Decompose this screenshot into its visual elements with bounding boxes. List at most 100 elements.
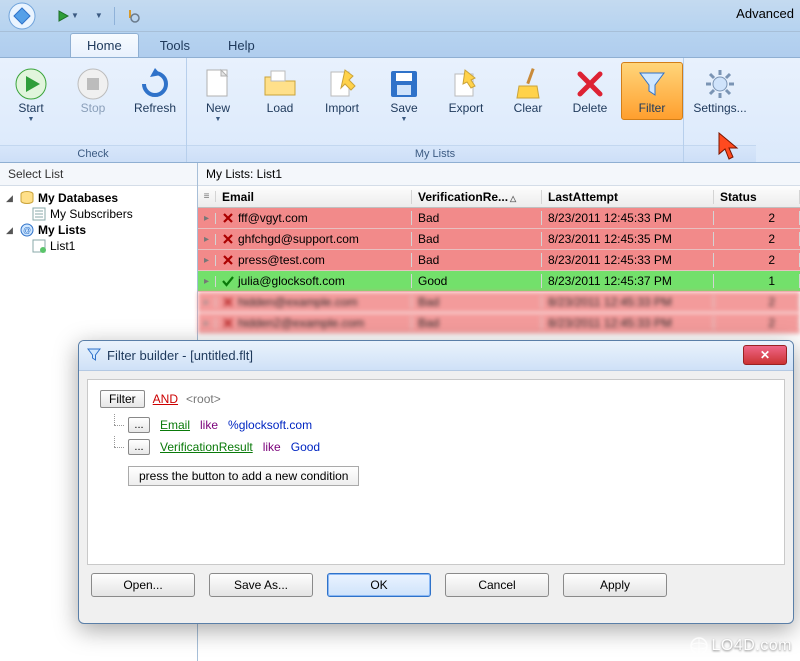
save-button[interactable]: Save▼ (373, 62, 435, 128)
saveas-button[interactable]: Save As... (209, 573, 313, 597)
tab-home[interactable]: Home (70, 33, 139, 57)
group-label-mylists: My Lists (187, 145, 683, 162)
row-handle[interactable]: ▸ (198, 234, 216, 245)
settings-button[interactable]: Settings... (684, 62, 756, 120)
row-handle[interactable]: ▸ (198, 276, 216, 287)
group-label-check: Check (0, 145, 186, 162)
cell-status: 2 (714, 253, 800, 267)
grid-body: ▸fff@vgyt.comBad8/23/2011 12:45:33 PM2▸g… (198, 208, 800, 334)
open-button[interactable]: Open... (91, 573, 195, 597)
table-row[interactable]: ▸hidden@example.comBad8/23/2011 12:45:33… (198, 292, 800, 313)
dropdown-caret-icon: ▼ (71, 11, 79, 20)
table-row[interactable]: ▸press@test.comBad8/23/2011 12:45:33 PM2 (198, 250, 800, 271)
start-button[interactable]: Start ▼ (0, 62, 62, 128)
delete-button[interactable]: Delete (559, 62, 621, 120)
row-handle[interactable]: ▸ (198, 297, 216, 308)
window-title: Advanced (736, 6, 794, 21)
save-label: Save (390, 101, 417, 115)
dialog-title: Filter builder - [untitled.flt] (107, 348, 253, 363)
stop-button: Stop (62, 62, 124, 120)
tree-node-mylists[interactable]: ◢ @ My Lists (6, 222, 191, 238)
qa-settings-button[interactable] (121, 7, 145, 25)
qa-more-button[interactable]: ▼ (90, 9, 108, 22)
row-handle[interactable]: ▸ (198, 318, 216, 329)
x-icon (222, 317, 234, 329)
rule-operator[interactable]: like (200, 418, 218, 432)
import-icon (325, 67, 359, 101)
cell-verification: Bad (412, 295, 542, 309)
col-verification[interactable]: VerificationRe...△ (412, 190, 542, 204)
row-selector-header[interactable]: ≡ (198, 191, 216, 202)
tree-view[interactable]: ◢ My Databases My Subscribers ◢ @ My Lis… (0, 186, 197, 258)
close-button[interactable]: ✕ (743, 345, 787, 365)
cell-email: julia@glocksoft.com (216, 274, 412, 288)
delete-icon (573, 67, 607, 101)
cancel-button[interactable]: Cancel (445, 573, 549, 597)
col-last-label: LastAttempt (548, 190, 618, 204)
rule-value[interactable]: %glocksoft.com (228, 418, 312, 432)
rule-operator[interactable]: like (263, 440, 281, 454)
watermark: LO4D.com (690, 637, 792, 655)
import-button[interactable]: Import (311, 62, 373, 120)
rule-field[interactable]: Email (160, 418, 190, 432)
filter-root-button[interactable]: Filter (100, 390, 145, 408)
add-condition-button[interactable]: press the button to add a new condition (128, 466, 359, 486)
cell-status: 2 (714, 211, 800, 225)
stop-label: Stop (81, 101, 106, 115)
tab-help[interactable]: Help (211, 33, 272, 57)
row-handle[interactable]: ▸ (198, 255, 216, 266)
col-lastattempt[interactable]: LastAttempt (542, 190, 714, 204)
refresh-label: Refresh (134, 101, 176, 115)
cell-status: 2 (714, 295, 800, 309)
refresh-icon (138, 67, 172, 101)
row-handle[interactable]: ▸ (198, 213, 216, 224)
rule-field[interactable]: VerificationResult (160, 440, 253, 454)
new-button[interactable]: New▼ (187, 62, 249, 128)
dropdown-caret-icon: ▼ (28, 116, 35, 123)
filter-label: Filter (639, 101, 666, 115)
cell-verification: Bad (412, 316, 542, 330)
table-row[interactable]: ▸fff@vgyt.comBad8/23/2011 12:45:33 PM2 (198, 208, 800, 229)
export-button[interactable]: Export (435, 62, 497, 120)
qa-run-button[interactable]: ▼ (52, 8, 84, 24)
export-label: Export (449, 101, 484, 115)
rule-menu-button[interactable]: ... (128, 439, 150, 455)
app-orb-button[interactable] (2, 0, 42, 32)
rule-value[interactable]: Good (291, 440, 320, 454)
table-row[interactable]: ▸julia@glocksoft.comGood8/23/2011 12:45:… (198, 271, 800, 292)
table-row[interactable]: ▸ghfchgd@support.comBad8/23/2011 12:45:3… (198, 229, 800, 250)
tree-collapse-icon[interactable]: ◢ (6, 193, 16, 204)
ok-button[interactable]: OK (327, 573, 431, 597)
start-label: Start (18, 101, 43, 115)
rule-menu-button[interactable]: ... (128, 417, 150, 433)
export-icon (449, 67, 483, 101)
col-email[interactable]: Email (216, 190, 412, 204)
refresh-button[interactable]: Refresh (124, 62, 186, 120)
x-icon (222, 254, 234, 266)
load-button[interactable]: Load (249, 62, 311, 120)
settings-label: Settings... (693, 101, 746, 115)
tree-node-databases[interactable]: ◢ My Databases (6, 190, 191, 206)
filter-root-operator[interactable]: AND (153, 392, 178, 406)
tree-node-list1[interactable]: List1 (6, 238, 191, 254)
left-pane-header: Select List (0, 163, 197, 186)
apply-button[interactable]: Apply (563, 573, 667, 597)
list-title: My Lists: List1 (198, 163, 800, 186)
tree-collapse-icon[interactable]: ◢ (6, 225, 16, 236)
filter-builder-dialog: Filter builder - [untitled.flt] ✕ Filter… (78, 340, 794, 624)
cell-lastattempt: 8/23/2011 12:45:35 PM (542, 232, 714, 246)
broom-icon (511, 67, 545, 101)
table-row[interactable]: ▸hidden2@example.comBad8/23/2011 12:45:3… (198, 313, 800, 334)
cell-status: 1 (714, 274, 800, 288)
filter-root: Filter AND <root> (100, 390, 772, 408)
x-icon (222, 233, 234, 245)
funnel-icon (87, 347, 101, 364)
tree-node-subscribers[interactable]: My Subscribers (6, 206, 191, 222)
clear-button[interactable]: Clear (497, 62, 559, 120)
titlebar: ▼ ▼ Advanced (0, 0, 800, 32)
load-label: Load (267, 101, 294, 115)
filter-button[interactable]: Filter (621, 62, 683, 120)
col-status[interactable]: Status (714, 190, 800, 204)
dialog-titlebar[interactable]: Filter builder - [untitled.flt] ✕ (79, 341, 793, 371)
tab-tools[interactable]: Tools (143, 33, 207, 57)
